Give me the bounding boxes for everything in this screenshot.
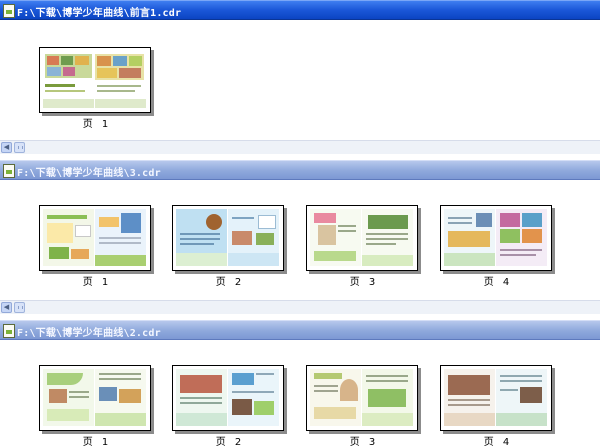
page-preview [39,365,151,431]
page-label: 页 3 [349,277,379,288]
page-thumbnail[interactable]: 页 3 [306,365,422,447]
horizontal-scrollbar[interactable]: ◀ [0,140,600,154]
page-preview [39,47,151,113]
page-preview [306,365,418,431]
page-preview [440,205,552,271]
window-2-thumbnail-area: 页 1 页 2 页 3 页 4 [0,180,600,300]
window-1-thumbnail-area: 页 1 [0,20,600,140]
document-icon [3,4,15,18]
page-label: 页 1 [82,277,112,288]
page-preview [172,365,284,431]
page-preview [39,205,151,271]
window-1-titlebar[interactable]: F:\下载\博学少年曲线\前言1.cdr [0,0,600,20]
page-thumbnail[interactable]: 页 1 [39,365,155,447]
page-thumbnail[interactable]: 页 4 [440,205,556,288]
scroll-thumb[interactable] [14,142,25,153]
page-thumbnail[interactable]: 页 1 [39,47,155,130]
scroll-left-icon[interactable]: ◀ [1,142,12,153]
horizontal-scrollbar[interactable]: ◀ [0,300,600,314]
window-3-thumbnail-area: 页 1 页 2 页 3 页 4 [0,340,600,447]
page-label: 页 1 [82,119,112,130]
document-icon [3,164,15,178]
page-label: 页 2 [215,437,245,447]
page-thumbnail[interactable]: 页 4 [440,365,556,447]
scroll-left-icon[interactable]: ◀ [1,302,12,313]
document-window-2[interactable]: F:\下载\博学少年曲线\3.cdr 页 1 页 2 页 3 页 4 ◀ [0,160,600,315]
page-preview [172,205,284,271]
document-window-3[interactable]: F:\下载\博学少年曲线\2.cdr 页 1 页 2 页 3 页 4 [0,320,600,447]
window-3-title: F:\下载\博学少年曲线\2.cdr [17,328,161,339]
window-2-title: F:\下载\博学少年曲线\3.cdr [17,168,161,179]
page-thumbnail[interactable]: 页 3 [306,205,422,288]
window-3-titlebar[interactable]: F:\下载\博学少年曲线\2.cdr [0,320,600,340]
page-label: 页 2 [215,277,245,288]
page-preview [440,365,552,431]
page-preview [306,205,418,271]
document-window-1[interactable]: F:\下载\博学少年曲线\前言1.cdr 页 1 ◀ [0,0,600,155]
document-icon [3,324,15,338]
page-thumbnail[interactable]: 页 2 [172,365,288,447]
page-label: 页 4 [483,277,513,288]
page-thumbnail[interactable]: 页 2 [172,205,288,288]
page-label: 页 4 [483,437,513,447]
page-label: 页 3 [349,437,379,447]
page-thumbnail[interactable]: 页 1 [39,205,155,288]
page-label: 页 1 [82,437,112,447]
window-2-titlebar[interactable]: F:\下载\博学少年曲线\3.cdr [0,160,600,180]
window-1-title: F:\下载\博学少年曲线\前言1.cdr [17,8,182,19]
scroll-thumb[interactable] [14,302,25,313]
